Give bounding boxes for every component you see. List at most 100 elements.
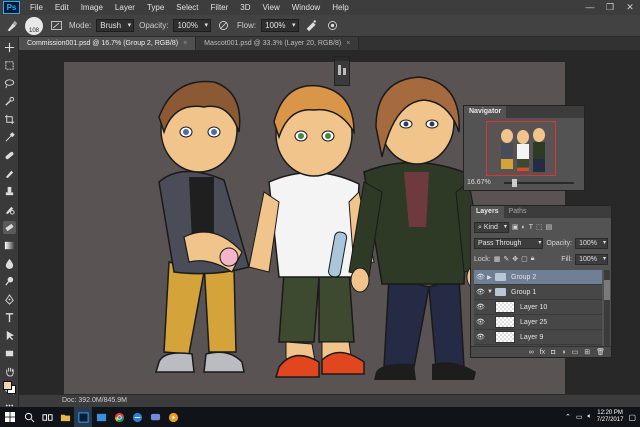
- new-group-icon[interactable]: ▭: [572, 348, 579, 356]
- network-icon[interactable]: ▭: [576, 413, 583, 421]
- dodge-tool-icon[interactable]: [3, 275, 16, 288]
- navigator-zoom-value[interactable]: 16.67%: [467, 179, 491, 186]
- history-brush-tool-icon[interactable]: [3, 203, 16, 216]
- menu-image[interactable]: Image: [75, 3, 109, 12]
- navigator-thumbnail[interactable]: [486, 121, 556, 176]
- layer-fill-input[interactable]: 100%: [575, 253, 608, 265]
- layer-row[interactable]: 👁︎ ▼ Group 1: [474, 285, 602, 300]
- filter-smart-icon[interactable]: ▤: [546, 223, 553, 231]
- tab-navigator[interactable]: Navigator: [464, 106, 507, 118]
- menu-file[interactable]: File: [24, 3, 49, 12]
- adjustment-layer-icon[interactable]: ◑: [561, 349, 565, 356]
- chrome-icon[interactable]: [110, 407, 128, 427]
- pressure-size-icon[interactable]: [325, 18, 341, 34]
- navigator-zoom-slider[interactable]: [504, 179, 574, 187]
- visibility-eye-icon[interactable]: 👁︎: [474, 288, 487, 296]
- menu-view[interactable]: View: [257, 3, 286, 12]
- tab-paths[interactable]: Paths: [504, 206, 532, 218]
- filter-pixel-icon[interactable]: ▣: [512, 223, 519, 231]
- notifications-icon[interactable]: ▢: [628, 413, 636, 422]
- layer-row[interactable]: 👁︎ Layer 10: [474, 300, 602, 315]
- gradient-tool-icon[interactable]: [3, 239, 16, 252]
- pressure-opacity-icon[interactable]: [216, 18, 232, 34]
- brush-tool-icon[interactable]: [3, 167, 16, 180]
- minimize-button[interactable]: —: [580, 2, 600, 13]
- filter-kind-select[interactable]: ⌕ Kind: [474, 221, 509, 233]
- folder-icon[interactable]: [56, 407, 74, 427]
- blur-tool-icon[interactable]: [3, 257, 16, 270]
- collapsed-panel-dock[interactable]: [334, 56, 350, 86]
- airbrush-icon[interactable]: [304, 18, 320, 34]
- close-tab-icon[interactable]: ×: [183, 40, 187, 47]
- search-icon[interactable]: [20, 407, 38, 427]
- tab-commission001[interactable]: Commission001.psd @ 16.7% (Group 2, RGB/…: [19, 37, 197, 50]
- foreground-color-swatch[interactable]: [3, 381, 12, 390]
- menu-select[interactable]: Select: [170, 3, 204, 12]
- filter-type-icon[interactable]: T: [529, 224, 533, 231]
- menu-type[interactable]: Type: [141, 3, 170, 12]
- document-size-status[interactable]: Doc: 392.0M/845.9M: [62, 397, 127, 404]
- menu-help[interactable]: Help: [326, 3, 354, 12]
- brush-preset-icon[interactable]: [4, 18, 20, 34]
- rectangle-tool-icon[interactable]: [3, 347, 16, 360]
- lock-position-icon[interactable]: ✥: [512, 255, 518, 263]
- visibility-eye-icon[interactable]: 👁︎: [474, 333, 487, 341]
- lock-all-icon[interactable]: 🔒︎: [531, 255, 535, 263]
- layers-scrollbar[interactable]: [604, 270, 610, 346]
- move-tool-icon[interactable]: [3, 41, 16, 54]
- clone-stamp-tool-icon[interactable]: [3, 185, 16, 198]
- tab-layers[interactable]: Layers: [471, 206, 504, 218]
- slider-handle[interactable]: [512, 179, 517, 187]
- filter-shape-icon[interactable]: ⬚: [536, 223, 543, 231]
- eyedropper-tool-icon[interactable]: [3, 131, 16, 144]
- filter-adjustment-icon[interactable]: ◐: [522, 224, 526, 231]
- chevron-up-icon[interactable]: ⌃: [565, 413, 571, 421]
- trash-icon[interactable]: 🗑︎: [596, 348, 605, 356]
- lock-pixels-icon[interactable]: ✎: [503, 255, 509, 263]
- close-button[interactable]: ✕: [620, 2, 640, 13]
- lock-transparent-icon[interactable]: ▦: [494, 255, 501, 263]
- chevron-right-icon[interactable]: ▶: [487, 274, 495, 281]
- windows-start-icon[interactable]: [0, 407, 20, 427]
- visibility-eye-icon[interactable]: 👁︎: [474, 273, 487, 281]
- layer-style-icon[interactable]: fx: [540, 349, 545, 356]
- visibility-eye-icon[interactable]: 👁︎: [474, 303, 487, 311]
- pen-tool-icon[interactable]: [3, 293, 16, 306]
- layer-row[interactable]: 👁︎ Layer 9: [474, 330, 602, 345]
- chevron-down-icon[interactable]: ▼: [487, 289, 495, 295]
- add-mask-icon[interactable]: ◘: [551, 349, 555, 356]
- visibility-eye-icon[interactable]: 👁︎: [474, 318, 487, 326]
- flow-input[interactable]: 100%: [261, 19, 299, 32]
- layer-opacity-input[interactable]: 100%: [575, 237, 608, 249]
- path-select-tool-icon[interactable]: [3, 329, 16, 342]
- eraser-tool-icon[interactable]: [3, 221, 16, 234]
- menu-3d[interactable]: 3D: [234, 3, 256, 12]
- new-layer-icon[interactable]: ⊞: [584, 348, 590, 356]
- scrollbar-thumb[interactable]: [604, 280, 610, 300]
- volume-icon[interactable]: 🔈︎: [588, 413, 592, 421]
- taskbar-clock[interactable]: 12:20 PM 7/27/2017: [597, 410, 624, 424]
- tab-mascot001[interactable]: Mascot001.psd @ 33.3% (Layer 20, RGB/8) ×: [196, 37, 360, 50]
- type-tool-icon[interactable]: [3, 311, 16, 324]
- layer-row[interactable]: 👁︎ Layer 25: [474, 315, 602, 330]
- file-explorer-icon[interactable]: [92, 407, 110, 427]
- menu-window[interactable]: Window: [286, 3, 326, 12]
- media-icon[interactable]: [164, 407, 182, 427]
- close-tab-icon[interactable]: ×: [346, 40, 350, 47]
- menu-filter[interactable]: Filter: [205, 3, 235, 12]
- quick-select-tool-icon[interactable]: [3, 95, 16, 108]
- history-panel-icon[interactable]: [335, 61, 349, 81]
- menu-layer[interactable]: Layer: [109, 3, 141, 12]
- marquee-tool-icon[interactable]: [3, 59, 16, 72]
- link-layers-icon[interactable]: ∞: [529, 349, 534, 356]
- task-view-icon[interactable]: [38, 407, 56, 427]
- blend-mode-select[interactable]: Pass Through: [474, 237, 544, 249]
- hand-tool-icon[interactable]: [3, 365, 16, 378]
- lasso-tool-icon[interactable]: [3, 77, 16, 90]
- edge-icon[interactable]: [128, 407, 146, 427]
- restore-button[interactable]: ❐: [600, 2, 620, 13]
- lock-artboard-icon[interactable]: ▢: [521, 255, 528, 263]
- crop-tool-icon[interactable]: [3, 113, 16, 126]
- menu-edit[interactable]: Edit: [49, 3, 75, 12]
- brush-size-picker[interactable]: 108: [25, 16, 43, 35]
